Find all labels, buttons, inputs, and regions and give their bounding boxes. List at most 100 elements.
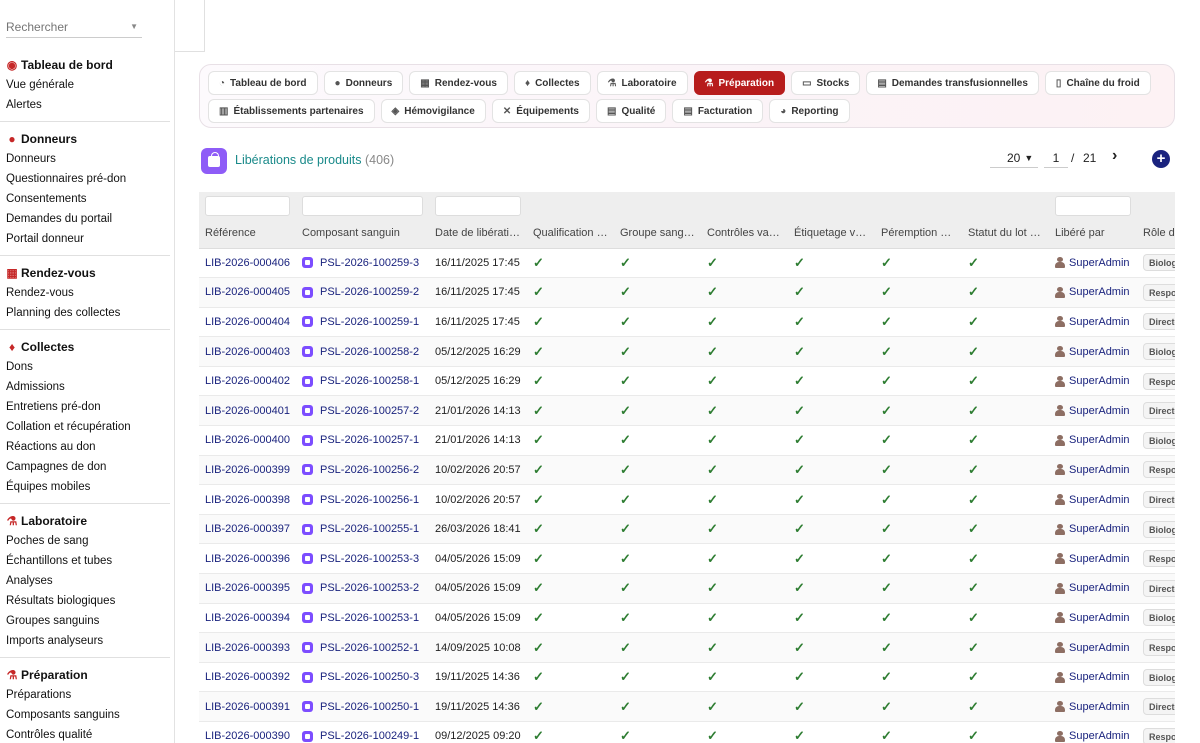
sidebar-item[interactable]: Planning des collectes	[0, 303, 170, 323]
reference-link[interactable]: LIB-2026-000396	[205, 553, 290, 565]
page-size-select[interactable]: 20 ▼	[990, 148, 1038, 168]
component-link[interactable]: PSL-2026-100256-1	[302, 494, 423, 506]
table-row[interactable]: LIB-2026-000396 PSL-2026-100253-3 04/05/20…	[199, 543, 1175, 575]
filter-input-reference[interactable]	[205, 196, 290, 216]
component-link[interactable]: PSL-2026-100253-3	[302, 553, 423, 565]
nav-tab[interactable]: ▤ Facturation	[672, 99, 764, 123]
table-row[interactable]: LIB-2026-000404 PSL-2026-100259-1 16/11/20…	[199, 307, 1175, 338]
sidebar-item[interactable]: Rendez-vous	[0, 283, 170, 303]
nav-tab[interactable]: ▭ Stocks	[791, 71, 861, 95]
search-input[interactable]	[6, 18, 126, 34]
sidebar-section-title[interactable]: ♦ Collectes	[0, 337, 170, 357]
table-row[interactable]: LIB-2026-000402 PSL-2026-100258-1 05/12/20…	[199, 366, 1175, 397]
sidebar-item[interactable]: Échantillons et tubes	[0, 551, 170, 571]
filter-input-component[interactable]	[302, 196, 423, 216]
reference-link[interactable]: LIB-2026-000395	[205, 582, 290, 594]
column-header[interactable]: Rôle d	[1137, 218, 1175, 249]
nav-tab[interactable]: ⚗ Préparation	[693, 71, 786, 95]
reference-link[interactable]: LIB-2026-000394	[205, 612, 290, 624]
column-header[interactable]: Qualification …	[527, 218, 614, 249]
column-header[interactable]: Composant sanguin	[296, 218, 429, 249]
sidebar-item[interactable]: Admissions	[0, 377, 170, 397]
component-link[interactable]: PSL-2026-100259-3	[302, 257, 423, 269]
table-row[interactable]: LIB-2026-000390 PSL-2026-100249-1 09/12/20…	[199, 721, 1175, 743]
sidebar-section-title[interactable]: ⚗ Laboratoire	[0, 511, 170, 531]
column-header[interactable]: Statut du lot …	[962, 218, 1049, 249]
sidebar-item[interactable]: Entretiens pré-don	[0, 397, 170, 417]
sidebar-item[interactable]: Portail donneur	[0, 229, 170, 249]
sidebar-item[interactable]: Vue générale	[0, 75, 170, 95]
sidebar-item[interactable]: Donneurs	[0, 149, 170, 169]
sidebar-section-title[interactable]: ▦ Rendez-vous	[0, 263, 170, 283]
sidebar-search[interactable]: ▼	[6, 18, 142, 38]
table-row[interactable]: LIB-2026-000395 PSL-2026-100253-2 04/05/20…	[199, 573, 1175, 604]
component-link[interactable]: PSL-2026-100250-1	[302, 701, 423, 713]
reference-link[interactable]: LIB-2026-000397	[205, 523, 290, 535]
sidebar-item[interactable]: Résultats biologiques	[0, 591, 170, 611]
sidebar-item[interactable]: Réactions au don	[0, 437, 170, 457]
table-row[interactable]: LIB-2026-000391 PSL-2026-100250-1 19/11/20…	[199, 691, 1175, 722]
page-number-input[interactable]: 1	[1044, 148, 1068, 168]
component-link[interactable]: PSL-2026-100253-1	[302, 612, 423, 624]
table-row[interactable]: LIB-2026-000401 PSL-2026-100257-2 21/01/20…	[199, 395, 1175, 427]
table-row[interactable]: LIB-2026-000400 PSL-2026-100257-1 21/01/20…	[199, 425, 1175, 456]
filter-input-released-by[interactable]	[1055, 196, 1131, 216]
component-link[interactable]: PSL-2026-100258-2	[302, 346, 423, 358]
nav-tab[interactable]: ▦ Rendez-vous	[409, 71, 508, 95]
nav-tab[interactable]: ▤ Qualité	[596, 99, 667, 123]
nav-tab[interactable]: ⚗ Laboratoire	[596, 71, 688, 95]
table-row[interactable]: LIB-2026-000397 PSL-2026-100255-1 26/03/20…	[199, 514, 1175, 545]
component-link[interactable]: PSL-2026-100249-1	[302, 730, 423, 742]
column-header[interactable]: Libéré par	[1049, 218, 1137, 249]
sidebar-item[interactable]: Équipes mobiles	[0, 477, 170, 497]
sidebar-item[interactable]: Composants sanguins	[0, 705, 170, 725]
sidebar-section-title[interactable]: ⚗ Préparation	[0, 665, 170, 685]
table-row[interactable]: LIB-2026-000403 PSL-2026-100258-2 05/12/20…	[199, 336, 1175, 367]
sidebar-item[interactable]: Imports analyseurs	[0, 631, 170, 651]
component-link[interactable]: PSL-2026-100253-2	[302, 582, 423, 594]
sidebar-item[interactable]: Contrôles qualité	[0, 725, 170, 743]
sidebar-item[interactable]: Préparations	[0, 685, 170, 705]
reference-link[interactable]: LIB-2026-000405	[205, 286, 290, 298]
table-row[interactable]: LIB-2026-000399 PSL-2026-100256-2 10/02/20…	[199, 455, 1175, 486]
reference-link[interactable]: LIB-2026-000391	[205, 701, 290, 713]
table-row[interactable]: LIB-2026-000394 PSL-2026-100253-1 04/05/20…	[199, 603, 1175, 634]
component-link[interactable]: PSL-2026-100250-3	[302, 671, 423, 683]
reference-link[interactable]: LIB-2026-000402	[205, 375, 290, 387]
column-header[interactable]: Contrôles va…	[701, 218, 788, 249]
reference-link[interactable]: LIB-2026-000403	[205, 346, 290, 358]
sidebar-item[interactable]: Poches de sang	[0, 531, 170, 551]
sidebar-item[interactable]: Groupes sanguins	[0, 611, 170, 631]
reference-link[interactable]: LIB-2026-000400	[205, 434, 290, 446]
nav-tab[interactable]: ▥ Établissements partenaires	[208, 99, 375, 123]
reference-link[interactable]: LIB-2026-000404	[205, 316, 290, 328]
table-row[interactable]: LIB-2026-000405 PSL-2026-100259-2 16/11/20…	[199, 277, 1175, 308]
sidebar-section-title[interactable]: ● Donneurs	[0, 129, 170, 149]
column-header[interactable]: Étiquetage v…	[788, 218, 875, 249]
component-link[interactable]: PSL-2026-100259-1	[302, 316, 423, 328]
table-row[interactable]: LIB-2026-000393 PSL-2026-100252-1 14/09/20…	[199, 632, 1175, 663]
reference-link[interactable]: LIB-2026-000406	[205, 257, 290, 269]
sidebar-item[interactable]: Questionnaires pré-don	[0, 169, 170, 189]
column-header[interactable]: Référence	[199, 218, 296, 249]
table-row[interactable]: LIB-2026-000406 PSL-2026-100259-3 16/11/20…	[199, 248, 1175, 279]
sidebar-item[interactable]: Collation et récupération	[0, 417, 170, 437]
table-row[interactable]: LIB-2026-000392 PSL-2026-100250-3 19/11/20…	[199, 662, 1175, 693]
component-link[interactable]: PSL-2026-100255-1	[302, 523, 423, 535]
chevron-down-icon[interactable]: ▼	[130, 22, 138, 31]
sidebar-item[interactable]: Alertes	[0, 95, 170, 115]
component-link[interactable]: PSL-2026-100257-1	[302, 434, 423, 446]
component-link[interactable]: PSL-2026-100256-2	[302, 464, 423, 476]
sidebar-item[interactable]: Consentements	[0, 189, 170, 209]
component-link[interactable]: PSL-2026-100257-2	[302, 405, 423, 417]
nav-tab[interactable]: ◈ Hémovigilance	[380, 99, 486, 123]
nav-tab[interactable]: ◕ Reporting	[769, 99, 850, 123]
add-button[interactable]: +	[1152, 150, 1170, 168]
nav-tab[interactable]: ▤ Demandes transfusionnelles	[866, 71, 1039, 95]
sidebar-item[interactable]: Demandes du portail	[0, 209, 170, 229]
nav-tab[interactable]: ✕ Équipements	[491, 99, 590, 123]
sidebar-section-title[interactable]: ◉ Tableau de bord	[0, 55, 170, 75]
reference-link[interactable]: LIB-2026-000393	[205, 642, 290, 654]
reference-link[interactable]: LIB-2026-000392	[205, 671, 290, 683]
reference-link[interactable]: LIB-2026-000398	[205, 494, 290, 506]
